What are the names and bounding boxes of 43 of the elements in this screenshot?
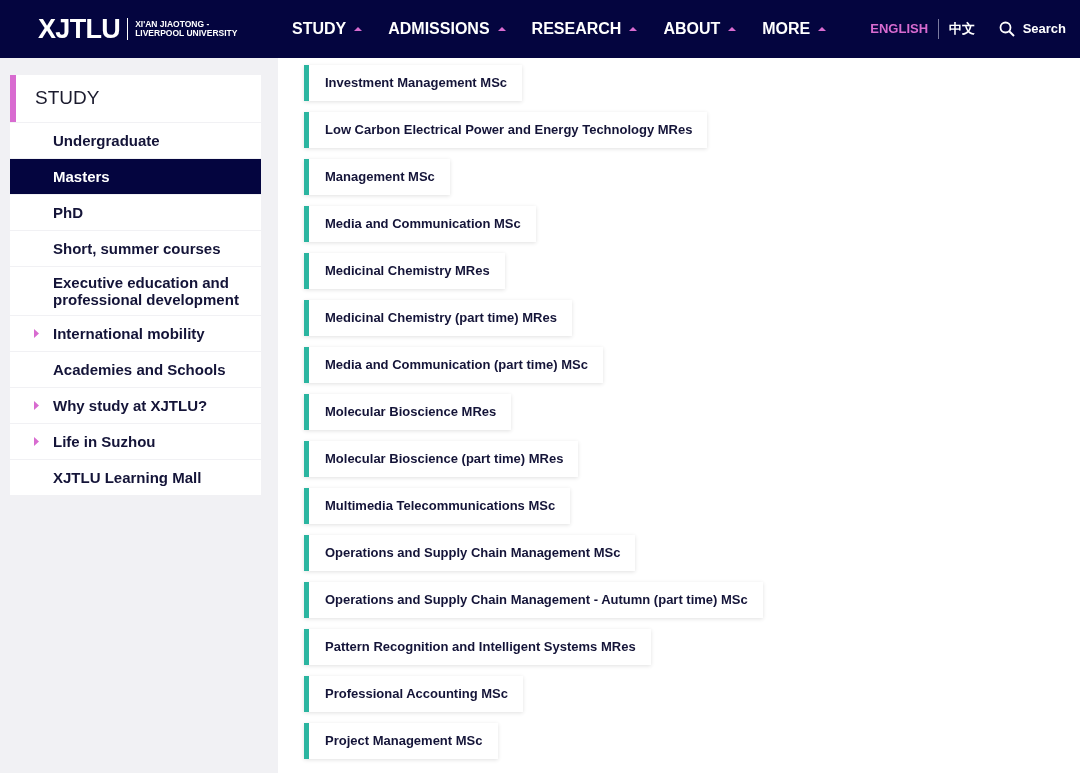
sidebar-item[interactable]: Executive education and professional development: [10, 267, 261, 315]
sidebar-item[interactable]: International mobility: [10, 316, 261, 351]
language-link[interactable]: ENGLISH: [870, 19, 929, 39]
caret-icon: [818, 27, 827, 31]
programme-link[interactable]: Medicinal Chemistry (part time) MRes: [304, 300, 572, 336]
search-button[interactable]: Search: [998, 19, 1066, 39]
programme-link[interactable]: Professional Accounting MSc: [304, 676, 523, 712]
sidebar-item[interactable]: Undergraduate: [10, 123, 261, 158]
sidebar-item[interactable]: Short, summer courses: [10, 231, 261, 266]
sidebar-item[interactable]: XJTLU Learning Mall: [10, 460, 261, 495]
programme-link[interactable]: Low Carbon Electrical Power and Energy Technology MRes: [304, 112, 708, 148]
nav-menu-item[interactable]: STUDY: [292, 17, 363, 41]
programme-link[interactable]: Operations and Supply Chain Management - Autumn (part time) MSc: [304, 582, 763, 618]
programme-link[interactable]: Multimedia Telecommunications MSc: [304, 488, 571, 524]
nav-menu-item[interactable]: ADMISSIONS: [388, 17, 506, 41]
caret-icon: [497, 27, 506, 31]
programme-link[interactable]: Project Management MSc: [304, 723, 498, 759]
programme-link[interactable]: Management MSc: [304, 159, 450, 195]
caret-icon: [354, 27, 363, 31]
caret-icon: [728, 27, 737, 31]
programme-link[interactable]: Media and Communication (part time) MSc: [304, 347, 603, 383]
logo-subtitle: XI'AN JIAOTONG -: [135, 20, 211, 29]
logo-wordmark[interactable]: XJTLU: [38, 8, 121, 50]
nav-menu-item[interactable]: ABOUT: [663, 17, 737, 41]
sidebar-item[interactable]: Life in Suzhou: [10, 424, 261, 459]
search-icon: [998, 21, 1015, 37]
nav-menu-item[interactable]: MORE: [762, 17, 827, 41]
language-link[interactable]: 中文: [949, 19, 976, 39]
sidebar-item[interactable]: PhD: [10, 195, 261, 230]
sidebar-heading: STUDY: [10, 75, 261, 122]
nav-menu-item[interactable]: RESEARCH: [531, 17, 638, 41]
programme-link[interactable]: Molecular Bioscience MRes: [304, 394, 512, 430]
programme-link[interactable]: Investment Management MSc: [304, 65, 523, 101]
logo-subtitle: LIVERPOOL UNIVERSITY: [135, 29, 238, 38]
sidebar-item[interactable]: Why study at XJTLU?: [10, 388, 261, 423]
programme-link[interactable]: Pattern Recognition and Intelligent Systems MRes: [304, 629, 651, 665]
sidebar-item[interactable]: Masters: [10, 159, 261, 194]
programme-link[interactable]: Media and Communication MSc: [304, 206, 536, 242]
caret-icon: [629, 27, 638, 31]
programme-link[interactable]: Operations and Supply Chain Management MSc: [304, 535, 636, 571]
sidebar-item[interactable]: Academies and Schools: [10, 352, 261, 387]
programme-link[interactable]: Molecular Bioscience (part time) MRes: [304, 441, 579, 477]
programme-link[interactable]: Medicinal Chemistry MRes: [304, 253, 505, 289]
